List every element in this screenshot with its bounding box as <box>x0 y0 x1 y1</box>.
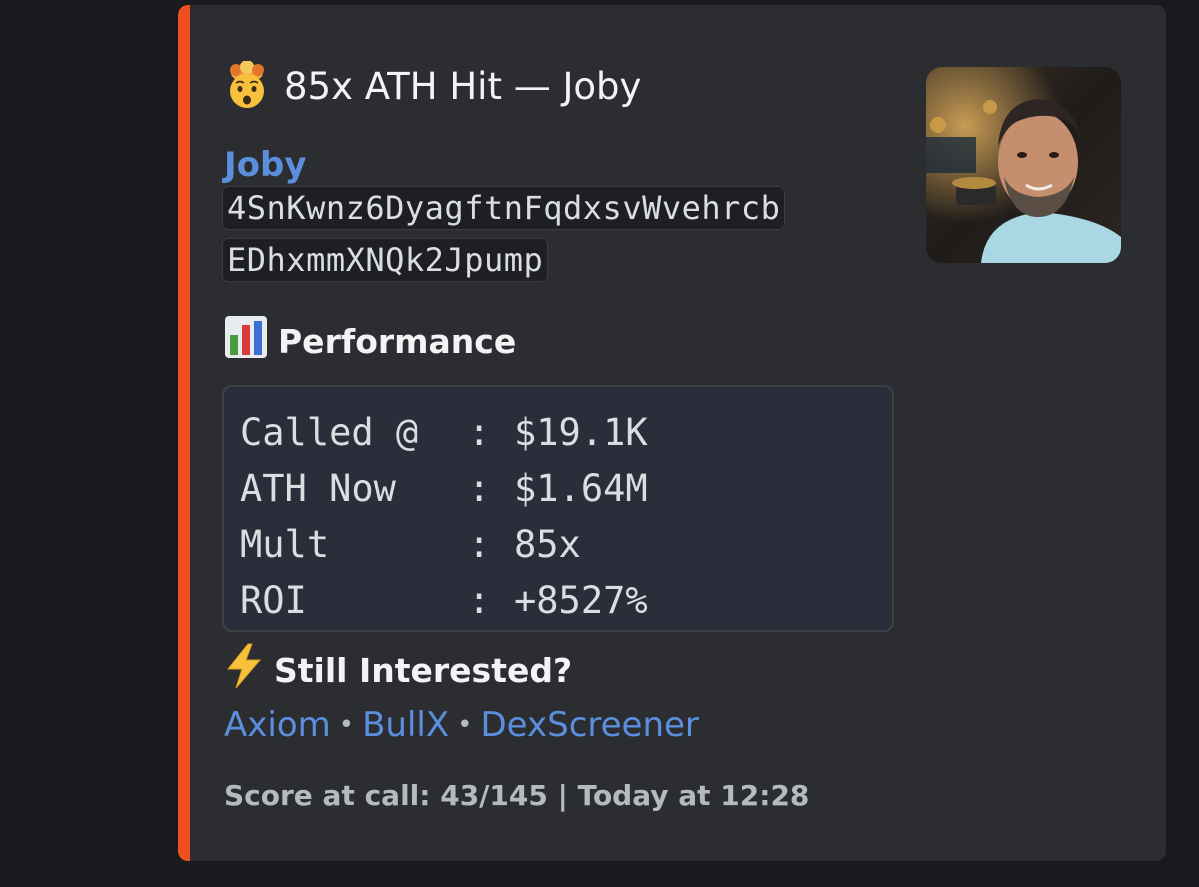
code-value: $1.64M <box>514 467 648 510</box>
contract-address-line-1[interactable]: 4SnKwnz6DyagftnFqdxsvWvehrcb <box>222 186 786 230</box>
embed-footer: Score at call: 43/145 | Today at 12:28 <box>224 779 810 812</box>
links-row: Axiom • BullX • DexScreener <box>224 705 699 745</box>
contract-address-line-2[interactable]: EDhxmmXNQk2Jpump <box>222 238 549 282</box>
code-row: Called @ : $19.1K <box>240 405 876 461</box>
lightning-icon <box>224 643 264 697</box>
embed-accent-bar <box>178 5 190 861</box>
link-separator: • <box>338 710 355 740</box>
embed-title-text: 85x ATH Hit — Joby <box>284 64 642 108</box>
code-separator: : <box>468 411 491 454</box>
bar-chart-icon <box>224 315 268 367</box>
code-separator: : <box>468 523 491 566</box>
code-value: $19.1K <box>514 411 648 454</box>
interest-title: Still Interested? <box>274 650 573 690</box>
dexscreener-link[interactable]: DexScreener <box>481 705 699 745</box>
code-value: 85x <box>514 523 581 566</box>
performance-heading: Performance <box>224 315 516 367</box>
code-separator: : <box>468 579 491 622</box>
exploding-head-icon <box>222 60 272 111</box>
performance-title: Performance <box>278 321 517 361</box>
interest-heading: Still Interested? <box>224 643 572 697</box>
code-key: Mult <box>240 523 330 566</box>
code-row: ROI : +8527% <box>240 573 876 629</box>
author-name[interactable]: Joby <box>224 145 307 185</box>
axiom-link[interactable]: Axiom <box>224 705 331 745</box>
performance-code-block: Called @ : $19.1K ATH Now : $1.64M Mult … <box>222 385 894 632</box>
code-key: Called @ <box>240 411 419 454</box>
embed-title: 85x ATH Hit — Joby <box>222 60 642 111</box>
link-separator: • <box>457 710 473 740</box>
profile-photo-thumbnail[interactable] <box>926 67 1121 263</box>
code-row: ATH Now : $1.64M <box>240 461 876 517</box>
code-key: ROI <box>240 579 307 622</box>
code-row: Mult : 85x <box>240 517 876 573</box>
embed-card: 85x ATH Hit — Joby Joby 4SnKwnz6DyagftnF… <box>178 5 1166 861</box>
code-key: ATH Now <box>240 467 396 510</box>
code-separator: : <box>468 467 491 510</box>
bullx-link[interactable]: BullX <box>362 705 449 745</box>
code-value: +8527% <box>514 579 648 622</box>
